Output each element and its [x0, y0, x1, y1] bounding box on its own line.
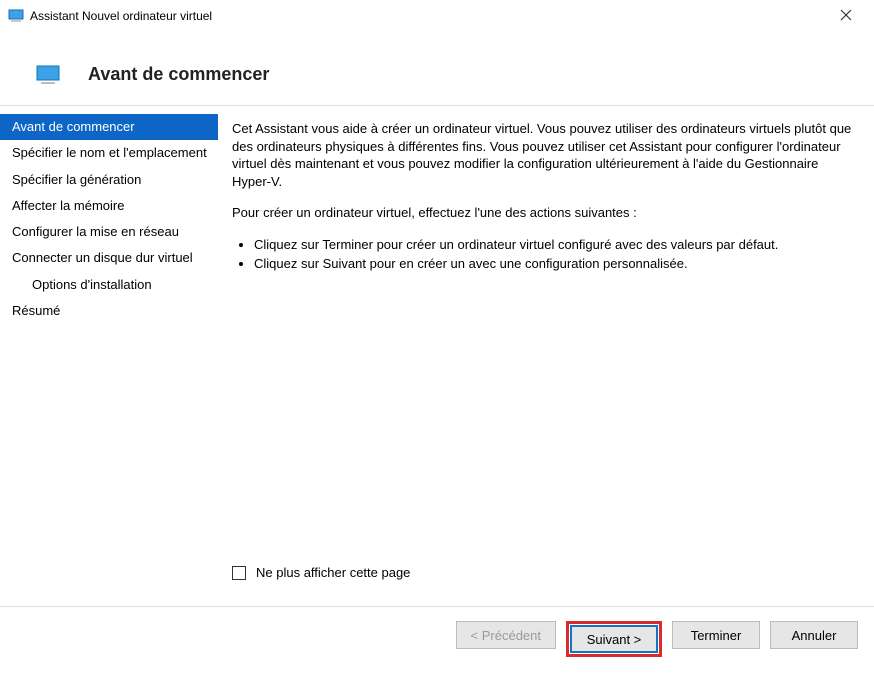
dont-show-again-checkbox[interactable] — [232, 566, 246, 580]
close-button[interactable] — [826, 8, 866, 24]
sidebar-item-virtual-hdd[interactable]: Connecter un disque dur virtuel — [0, 245, 218, 271]
prompt-text: Pour créer un ordinateur virtuel, effect… — [232, 204, 854, 222]
sidebar-item-label: Spécifier la génération — [12, 172, 141, 187]
app-icon — [8, 8, 24, 24]
sidebar-item-label: Connecter un disque dur virtuel — [12, 250, 193, 265]
next-button-highlight: Suivant > — [566, 621, 662, 657]
sidebar-item-memory[interactable]: Affecter la mémoire — [0, 193, 218, 219]
button-label: Annuler — [792, 628, 837, 643]
button-label: Terminer — [691, 628, 742, 643]
sidebar-item-label: Configurer la mise en réseau — [12, 224, 179, 239]
button-label: < Précédent — [471, 628, 541, 643]
instructions-list: Cliquez sur Terminer pour créer un ordin… — [232, 236, 854, 274]
wizard-body: Avant de commencer Spécifier le nom et l… — [0, 106, 874, 606]
checkbox-label: Ne plus afficher cette page — [256, 565, 410, 580]
previous-button: < Précédent — [456, 621, 556, 649]
page-heading: Avant de commencer — [88, 64, 269, 85]
next-button[interactable]: Suivant > — [570, 625, 658, 653]
intro-text: Cet Assistant vous aide à créer un ordin… — [232, 120, 854, 190]
sidebar-item-label: Spécifier le nom et l'emplacement — [12, 145, 207, 160]
sidebar-item-before-you-begin[interactable]: Avant de commencer — [0, 114, 218, 140]
dont-show-again-row: Ne plus afficher cette page — [232, 559, 854, 596]
sidebar-item-install-options[interactable]: Options d'installation — [0, 272, 218, 298]
wizard-content: Cet Assistant vous aide à créer un ordin… — [218, 106, 874, 606]
wizard-header: Avant de commencer — [0, 32, 874, 105]
sidebar-item-label: Affecter la mémoire — [12, 198, 124, 213]
window-title: Assistant Nouvel ordinateur virtuel — [30, 9, 826, 23]
titlebar: Assistant Nouvel ordinateur virtuel — [0, 0, 874, 32]
sidebar-item-name-location[interactable]: Spécifier le nom et l'emplacement — [0, 140, 218, 166]
cancel-button[interactable]: Annuler — [770, 621, 858, 649]
wizard-footer: < Précédent Suivant > Terminer Annuler — [0, 606, 874, 669]
list-item: Cliquez sur Suivant pour en créer un ave… — [254, 255, 854, 273]
monitor-icon — [36, 65, 60, 85]
sidebar-item-label: Résumé — [12, 303, 60, 318]
sidebar-item-generation[interactable]: Spécifier la génération — [0, 167, 218, 193]
sidebar-item-label: Options d'installation — [32, 277, 152, 292]
button-label: Suivant > — [587, 632, 642, 647]
sidebar-item-label: Avant de commencer — [12, 119, 135, 134]
sidebar-item-networking[interactable]: Configurer la mise en réseau — [0, 219, 218, 245]
list-item: Cliquez sur Terminer pour créer un ordin… — [254, 236, 854, 254]
sidebar-item-summary[interactable]: Résumé — [0, 298, 218, 324]
finish-button[interactable]: Terminer — [672, 621, 760, 649]
wizard-steps-sidebar: Avant de commencer Spécifier le nom et l… — [0, 106, 218, 606]
